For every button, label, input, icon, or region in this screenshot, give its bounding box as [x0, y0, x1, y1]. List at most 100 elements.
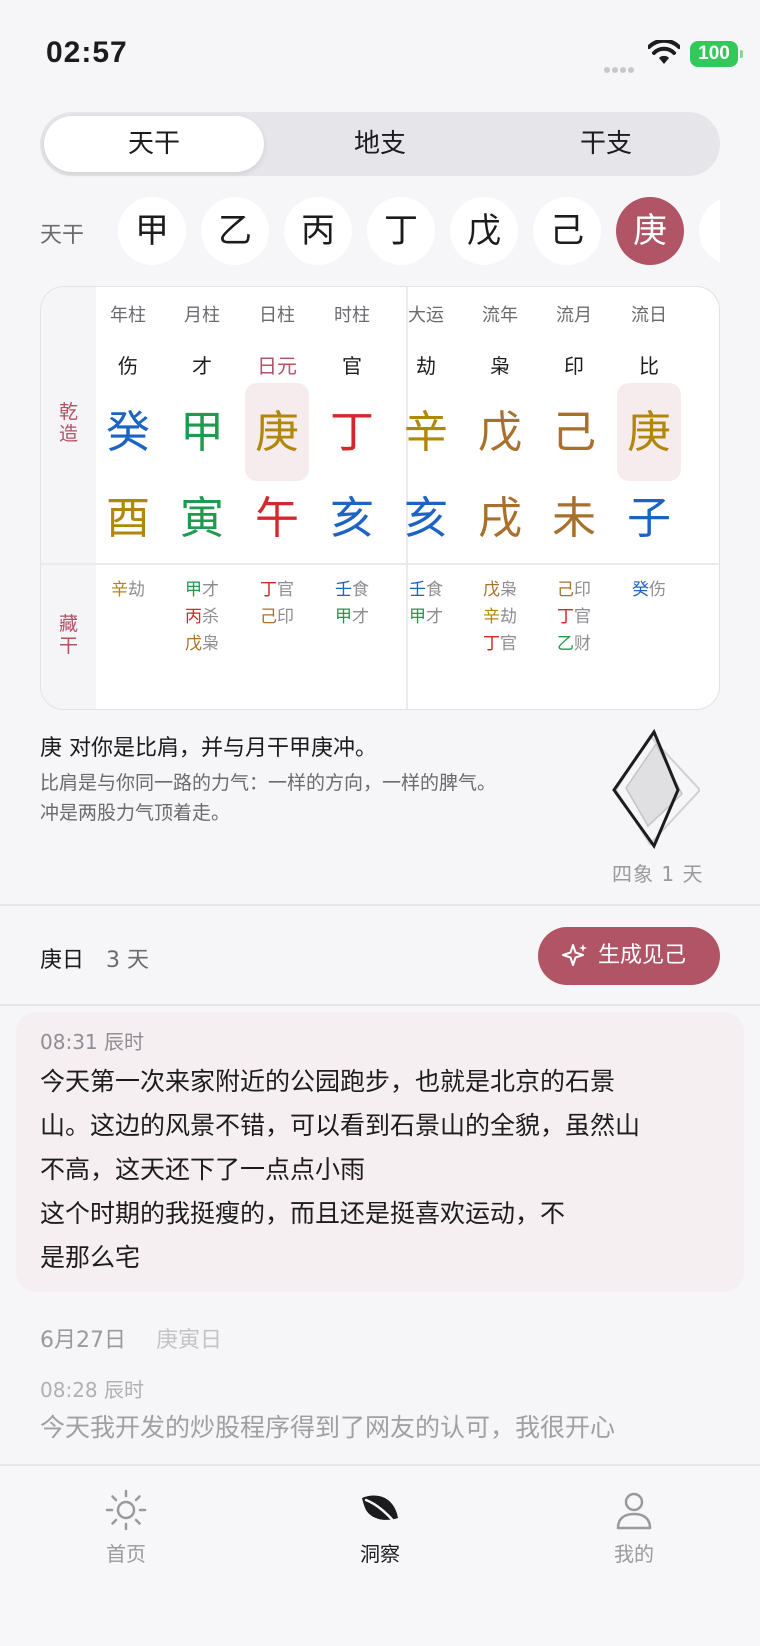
- pillar-branch[interactable]: 子: [610, 491, 688, 547]
- hidden-stem-row: 甲才: [313, 604, 391, 631]
- sixiang-diamond-icon[interactable]: [610, 728, 700, 852]
- hidden-stem: 丁: [483, 634, 500, 654]
- pillar-stem[interactable]: 癸: [89, 405, 167, 461]
- hidden-stem-role: 伤: [649, 580, 666, 600]
- tab-insight[interactable]: 洞察: [320, 1488, 440, 1567]
- pillar-ten-god: 印: [564, 354, 584, 378]
- stem-selector-label: 天干: [40, 223, 85, 248]
- generate-button[interactable]: 生成见己: [538, 927, 720, 985]
- tab-insight-label: 洞察: [360, 1542, 400, 1566]
- hidden-stem-row: 戊枭: [163, 631, 241, 658]
- leaf-icon: [362, 1495, 398, 1526]
- hidden-stem: 甲: [409, 607, 426, 627]
- entry-text[interactable]: 今天我开发的炒股程序得到了网友的认可，我很开心: [40, 1406, 730, 1450]
- pillar-header: 流年: [482, 305, 518, 326]
- pillar-header: 流月: [556, 305, 592, 326]
- hidden-stem-row: 丁官: [535, 604, 613, 631]
- bazi-chart-card: 乾 造 藏 干 年柱伤癸酉辛劫 月柱才甲寅甲才 丙杀 戊枭 日柱 日元庚午丁官 己印 时柱官丁…: [40, 286, 720, 710]
- hidden-stems-list: 辛劫: [89, 577, 167, 604]
- pillar-ten-god: 日元: [257, 354, 297, 378]
- hidden-stem: 乙: [557, 634, 574, 654]
- section-divider: [0, 1004, 760, 1006]
- hidden-stem-row: 丁官: [461, 631, 539, 658]
- hidden-stem-role: 才: [202, 580, 219, 600]
- hidden-stem-row: 癸伤: [610, 577, 688, 604]
- hidden-stem-row: 甲才: [163, 577, 241, 604]
- entry-time: 08:28 辰时: [40, 1378, 144, 1402]
- entry-line: 今天第一次来家附近的公园跑步，也就是北京的石景: [40, 1067, 616, 1096]
- hidden-stem: 癸: [632, 580, 649, 600]
- hidden-stem-role: 官: [500, 634, 517, 654]
- hidden-stem-role: 杀: [202, 607, 219, 627]
- pillar-stem[interactable]: 庚: [610, 405, 688, 461]
- pillar-branch[interactable]: 午: [238, 491, 316, 547]
- entry-line: 这个时期的我挺瘦的，而且还是挺喜欢运动，不: [40, 1199, 566, 1228]
- tab-profile[interactable]: 我的: [574, 1488, 694, 1567]
- stem-chip-jia[interactable]: 甲: [118, 197, 186, 265]
- stem-chip-ding[interactable]: 丁: [367, 197, 435, 265]
- hidden-stem-row: 辛劫: [89, 577, 167, 604]
- stem-chip-yi[interactable]: 乙: [201, 197, 269, 265]
- hidden-stem-role: 官: [277, 580, 294, 600]
- pillar-header: 月柱: [184, 305, 220, 326]
- hidden-stem: 辛: [111, 580, 128, 600]
- hidden-stem: 甲: [185, 580, 202, 600]
- hidden-stem-row: 己印: [535, 577, 613, 604]
- pillar-ten-god: 伤: [118, 354, 138, 378]
- entry-line: 不高，这天还下了一点点小雨: [40, 1155, 366, 1184]
- segment-dizhi[interactable]: 地支: [270, 116, 490, 172]
- tab-home[interactable]: 首页: [66, 1488, 186, 1567]
- pillar-stem[interactable]: 庚: [238, 405, 316, 461]
- stem-selector: 天干 甲 乙 丙 丁 戊 己 庚: [0, 195, 720, 267]
- pillar-branch[interactable]: 酉: [89, 491, 167, 547]
- pillar-header: 大运: [408, 305, 444, 326]
- stem-chip-ji[interactable]: 己: [533, 197, 601, 265]
- entry-line: 山。这边的风景不错，可以看到石景山的全貌，虽然山: [40, 1111, 641, 1140]
- hidden-stem-row: 壬食: [387, 577, 465, 604]
- section-divider: [0, 904, 760, 906]
- pillar-stem[interactable]: 辛: [387, 405, 465, 461]
- pillar-branch[interactable]: 戌: [461, 491, 539, 547]
- entry-line: 今天我开发的炒股程序得到了网友的认可，我很开心: [40, 1413, 616, 1442]
- pillar-branch[interactable]: 亥: [387, 491, 465, 547]
- segment-tiangan[interactable]: 天干: [44, 116, 264, 172]
- pillar-branch[interactable]: 未: [535, 491, 613, 547]
- hidden-stem-row: 甲才: [387, 604, 465, 631]
- pillar-branch[interactable]: 寅: [163, 491, 241, 547]
- explanation-line: 比肩是与你同一路的力气：一样的方向，一样的脾气。: [40, 772, 497, 794]
- side-label-char: 乾: [58, 401, 78, 423]
- hidden-stem-role: 枭: [500, 580, 517, 600]
- pillar-stem[interactable]: 甲: [163, 405, 241, 461]
- hidden-stem-row: 己印: [238, 604, 316, 631]
- stem-chip-bing[interactable]: 丙: [284, 197, 352, 265]
- pillar-stem[interactable]: 丁: [313, 405, 391, 461]
- hidden-stem-role: 才: [426, 607, 443, 627]
- hidden-stem-role: 官: [574, 607, 591, 627]
- side-label-char: 干: [58, 635, 78, 657]
- entry-time: 08:31 辰时: [40, 1030, 144, 1054]
- pillar-stem[interactable]: 戊: [461, 405, 539, 461]
- pillar-header: 日柱: [259, 305, 295, 326]
- stem-chip-next[interactable]: [699, 197, 720, 265]
- pillar-header: 流日: [631, 305, 667, 326]
- pillar-branch[interactable]: 亥: [313, 491, 391, 547]
- pillar-ten-god: 官: [342, 354, 362, 378]
- hidden-stem: 己: [260, 607, 277, 627]
- cellular-signal-icon: [604, 58, 638, 73]
- pillar-ten-god: 才: [192, 354, 212, 378]
- hidden-stem-role: 才: [352, 607, 369, 627]
- hidden-stems-list: 壬食 甲才: [313, 577, 391, 631]
- stem-chip-geng[interactable]: 庚: [616, 197, 684, 265]
- stem-chip-wu[interactable]: 戊: [450, 197, 518, 265]
- pillar-header: 年柱: [110, 305, 146, 326]
- segment-ganzhi[interactable]: 干支: [496, 116, 716, 172]
- entry-date: 6月27日: [40, 1328, 126, 1353]
- hidden-stem: 丙: [185, 607, 202, 627]
- hidden-stem: 己: [557, 580, 574, 600]
- hidden-stem: 丁: [557, 607, 574, 627]
- tab-bar: 首页 洞察 我的: [0, 1464, 760, 1646]
- explanation-title: 庚 对你是比肩，并与月干甲庚冲。: [40, 736, 377, 761]
- pillar-stem[interactable]: 己: [535, 405, 613, 461]
- hidden-stem-role: 印: [277, 607, 294, 627]
- status-time: 02:57: [46, 36, 128, 69]
